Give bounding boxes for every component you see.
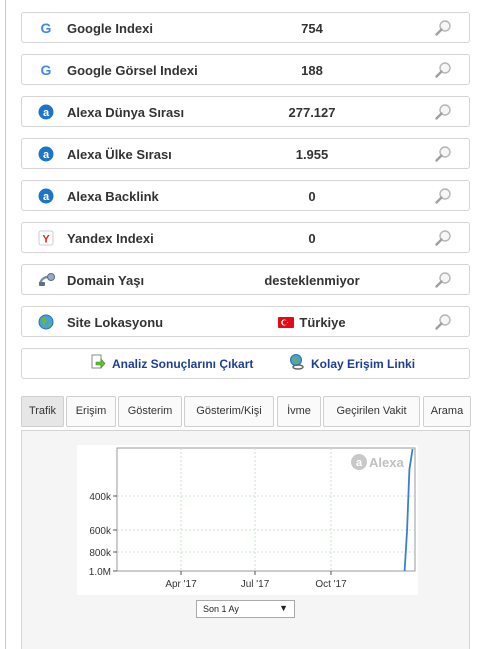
metric-row-alexa-dunya-sirasi: a Alexa Dünya Sırası 277.127	[21, 96, 470, 127]
metric-value-text: 1.955	[295, 147, 329, 162]
metric-label: Yandex Indexi	[67, 231, 154, 246]
x-axis-ticks: Apr '17 Jul '17 Oct '17	[165, 571, 347, 590]
easy-access-label: Kolay Erişim Linki	[311, 357, 416, 371]
period-select-value: Son 1 Ay	[203, 604, 239, 614]
tab-gosterim[interactable]: Gösterim	[118, 396, 182, 427]
metric-value: 0	[232, 231, 392, 246]
y-tick-label: 800k	[89, 548, 112, 559]
metric-row-site-lokasyonu: Site Lokasyonu Türkiye	[21, 306, 470, 337]
tab-ivme[interactable]: İvme	[277, 396, 321, 427]
svg-text:Y: Y	[42, 234, 50, 246]
tab-erisim[interactable]: Erişim	[66, 396, 116, 427]
svg-text:a: a	[43, 191, 50, 203]
search-icon[interactable]	[434, 313, 452, 331]
svg-text:a: a	[43, 107, 50, 119]
left-border	[5, 0, 6, 649]
metric-row-alexa-backlink: a Alexa Backlink 0	[21, 180, 470, 211]
tab-gecirilen-vakit[interactable]: Geçirilen Vakit	[323, 396, 420, 427]
metric-label: Google Indexi	[67, 21, 153, 36]
easy-access-link[interactable]: Kolay Erişim Linki	[290, 354, 416, 371]
search-icon[interactable]	[434, 19, 452, 37]
metric-value-text: 754	[301, 21, 323, 36]
metric-value-text: 277.127	[288, 105, 336, 120]
metric-label: Alexa Ülke Sırası	[67, 147, 172, 162]
search-icon[interactable]	[434, 187, 452, 205]
search-icon[interactable]	[434, 103, 452, 121]
y-axis-ticks: 400k 600k 800k 1.0M	[89, 492, 117, 578]
metric-value-text: desteklenmiyor	[264, 273, 360, 288]
search-icon[interactable]	[434, 229, 452, 247]
chart-svg: 400k 600k 800k 1.0M Apr '17 Jul '17 Oct '17 a…	[89, 447, 416, 590]
metric-value: 277.127	[232, 105, 392, 120]
metric-value: 1.955	[232, 147, 392, 162]
link-globe-icon	[290, 354, 304, 370]
metric-value-text: Türkiye	[299, 315, 346, 330]
metric-label: Domain Yaşı	[67, 273, 145, 288]
metric-label: Alexa Backlink	[67, 189, 159, 204]
metric-label: Site Lokasyonu	[67, 315, 164, 330]
yandex-icon: Y	[38, 230, 54, 246]
search-icon[interactable]	[434, 145, 452, 163]
tab-arama[interactable]: Arama	[423, 396, 471, 427]
metric-value: Türkiye	[232, 315, 392, 330]
y-tick-label: 400k	[89, 492, 112, 503]
alexa-traffic-chart: 400k 600k 800k 1.0M Apr '17 Jul '17 Oct '17 a…	[77, 445, 418, 595]
alexa-icon: a	[38, 146, 54, 162]
search-icon[interactable]	[434, 271, 452, 289]
metric-value-text: 0	[308, 231, 316, 246]
domain-age-icon	[38, 272, 55, 288]
alexa-watermark: a Alexa	[351, 454, 404, 470]
svg-text:G: G	[41, 20, 52, 36]
dropdown-arrow-icon: ▼	[279, 603, 288, 613]
globe-icon	[38, 314, 54, 330]
tab-trafik[interactable]: Trafik	[21, 396, 64, 427]
metric-label: Google Görsel Indexi	[67, 63, 198, 78]
metric-value: 754	[232, 21, 392, 36]
metric-value-text: 188	[301, 63, 323, 78]
svg-text:a: a	[356, 457, 363, 469]
metric-row-google-gorsel-indexi: G Google Görsel Indexi 188	[21, 54, 470, 85]
export-icon	[91, 354, 106, 369]
google-icon: G	[38, 62, 54, 78]
export-results-link[interactable]: Analiz Sonuçlarını Çıkart	[91, 354, 254, 371]
svg-text:G: G	[41, 62, 52, 78]
y-tick-label: 600k	[89, 526, 112, 537]
metric-value-text: 0	[308, 189, 316, 204]
metric-label: Alexa Dünya Sırası	[67, 105, 185, 120]
metric-row-yandex-indexi: Y Yandex Indexi 0	[21, 222, 470, 253]
x-tick-label: Apr '17	[165, 579, 197, 590]
export-results-label: Analiz Sonuçlarını Çıkart	[112, 357, 254, 371]
y-tick-label: 1.0M	[89, 567, 111, 578]
turkey-flag-icon	[278, 317, 295, 328]
period-select[interactable]: Son 1 Ay ▼	[196, 600, 295, 618]
x-tick-label: Oct '17	[315, 579, 347, 590]
google-icon: G	[38, 20, 54, 36]
metric-value: 0	[232, 189, 392, 204]
x-tick-label: Jul '17	[241, 579, 270, 590]
metric-row-alexa-ulke-sirasi: a Alexa Ülke Sırası 1.955	[21, 138, 470, 169]
tab-gosterim-kisi[interactable]: Gösterim/Kişi	[184, 396, 274, 427]
metric-value: 188	[232, 63, 392, 78]
alexa-icon: a	[38, 104, 54, 120]
alexa-watermark-text: Alexa	[369, 455, 404, 470]
actions-bar: Analiz Sonuçlarını Çıkart Kolay Erişim L…	[21, 348, 470, 379]
alexa-icon: a	[38, 188, 54, 204]
search-icon[interactable]	[434, 61, 452, 79]
metric-value: desteklenmiyor	[232, 273, 392, 288]
metric-row-google-indexi: G Google Indexi 754	[21, 12, 470, 43]
svg-text:a: a	[43, 149, 50, 161]
metric-row-domain-yasi: Domain Yaşı desteklenmiyor	[21, 264, 470, 295]
